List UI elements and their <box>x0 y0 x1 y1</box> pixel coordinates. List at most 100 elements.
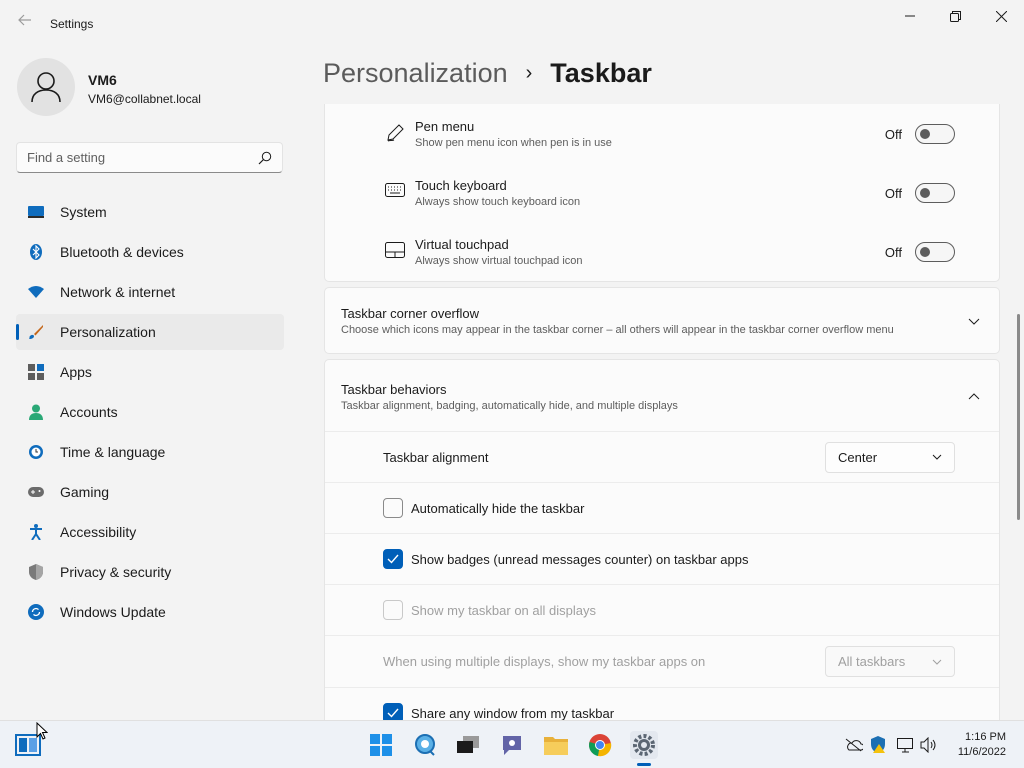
title-bar: Settings <box>0 0 1024 48</box>
sidebar-item-label: Accessibility <box>60 524 137 540</box>
sidebar-item-label: Gaming <box>60 484 110 500</box>
security-icon[interactable] <box>869 736 887 754</box>
badges-checkbox[interactable] <box>383 549 403 569</box>
close-button[interactable] <box>978 0 1024 32</box>
sidebar-item-label: Network & internet <box>60 284 176 300</box>
sidebar-item-time-language[interactable]: Time & language <box>16 434 284 470</box>
sidebar-item-label: System <box>60 204 107 220</box>
sidebar-item-gaming[interactable]: Gaming <box>16 474 284 510</box>
sidebar-item-label: Bluetooth & devices <box>60 244 184 260</box>
touch-keyboard-title: Touch keyboard <box>415 178 507 193</box>
sidebar-nav: System Bluetooth & devices Network & int… <box>16 194 284 634</box>
corner-overflow-card[interactable]: Taskbar corner overflow Choose which ico… <box>324 287 1000 354</box>
scrollbar[interactable] <box>1017 314 1020 520</box>
keyboard-icon <box>385 183 405 204</box>
share-window-checkbox[interactable] <box>383 703 403 720</box>
virtual-touchpad-row: Virtual touchpad Always show virtual tou… <box>325 222 999 281</box>
breadcrumb-parent[interactable]: Personalization <box>323 58 508 89</box>
auto-hide-label: Automatically hide the taskbar <box>411 500 585 516</box>
auto-hide-checkbox[interactable] <box>383 498 403 518</box>
person-icon <box>28 404 44 420</box>
sidebar-item-windows-update[interactable]: Windows Update <box>16 594 284 630</box>
chevron-right-icon: › <box>525 62 533 84</box>
sidebar-item-label: Time & language <box>60 444 166 460</box>
chevron-down-icon <box>932 454 942 460</box>
pen-menu-row: Pen menu Show pen menu icon when pen is … <box>325 104 999 163</box>
network-icon[interactable] <box>897 736 915 754</box>
touch-keyboard-toggle-wrap: Off <box>885 183 955 203</box>
pen-menu-toggle-wrap: Off <box>885 124 955 144</box>
clock-date: 11/6/2022 <box>957 746 1006 758</box>
file-explorer-icon[interactable] <box>542 731 570 759</box>
user-icon <box>31 72 61 103</box>
all-displays-checkbox <box>383 600 403 620</box>
touch-keyboard-state: Off <box>884 185 902 201</box>
pen-icon <box>385 123 405 148</box>
chat-icon[interactable] <box>498 731 526 759</box>
all-displays-row: Show my taskbar on all displays <box>325 585 999 635</box>
chrome-icon[interactable] <box>586 731 614 759</box>
sidebar-item-label: Apps <box>60 364 92 380</box>
update-icon <box>28 604 44 620</box>
search-input[interactable] <box>27 150 258 165</box>
alignment-row: Taskbar alignment Center <box>325 432 999 482</box>
user-name: VM6 <box>88 72 117 88</box>
virtual-touchpad-toggle[interactable] <box>915 242 955 262</box>
sidebar-item-label: Accounts <box>60 404 118 420</box>
sidebar-item-system[interactable]: System <box>16 194 284 230</box>
auto-hide-row: Automatically hide the taskbar <box>325 483 999 533</box>
taskbar-behaviors-card: Taskbar behaviors Taskbar alignment, bad… <box>324 359 1000 720</box>
app-title: Settings <box>50 17 94 31</box>
sidebar-item-privacy[interactable]: Privacy & security <box>16 554 284 590</box>
chevron-up-icon[interactable] <box>967 389 981 403</box>
page-title: Taskbar <box>550 58 652 88</box>
system-tray-icons-card: Pen menu Show pen menu icon when pen is … <box>324 104 1000 282</box>
behaviors-header[interactable]: Taskbar behaviors Taskbar alignment, bad… <box>325 360 999 431</box>
checkmark-icon <box>387 708 399 718</box>
back-button[interactable] <box>14 12 36 34</box>
sidebar-item-network[interactable]: Network & internet <box>16 274 284 310</box>
sidebar-item-accessibility[interactable]: Accessibility <box>16 514 284 550</box>
onedrive-icon[interactable] <box>845 736 863 754</box>
pen-menu-desc: Show pen menu icon when pen is in use <box>415 137 612 149</box>
search-box[interactable] <box>16 142 283 173</box>
close-icon <box>995 10 1007 22</box>
touchpad-icon <box>385 242 405 263</box>
globe-clock-icon <box>28 444 44 460</box>
windows-start-icon[interactable] <box>367 731 395 759</box>
back-arrow-icon <box>18 14 31 26</box>
maximize-button[interactable] <box>932 0 978 32</box>
active-app-indicator <box>637 763 651 766</box>
badges-label: Show badges (unread messages counter) on… <box>411 551 749 567</box>
settings-icon[interactable] <box>630 731 658 759</box>
pen-menu-toggle[interactable] <box>915 124 955 144</box>
minimize-button[interactable] <box>887 0 933 32</box>
clock[interactable]: 1:16 PM 11/6/2022 <box>946 730 1006 760</box>
mouse-cursor-icon <box>36 722 48 740</box>
alignment-value: Center <box>838 449 878 465</box>
sidebar-item-personalization[interactable]: Personalization <box>16 314 284 350</box>
user-email: VM6@collabnet.local <box>88 92 201 106</box>
pen-menu-state: Off <box>884 126 902 142</box>
sidebar-item-apps[interactable]: Apps <box>16 354 284 390</box>
avatar[interactable] <box>17 58 75 116</box>
virtual-touchpad-title: Virtual touchpad <box>415 237 509 252</box>
windows-taskbar: 1:16 PM 11/6/2022 <box>0 720 1024 768</box>
volume-icon[interactable] <box>920 736 938 754</box>
wifi-icon <box>28 284 44 300</box>
checkmark-icon <box>387 554 399 564</box>
chevron-down-icon[interactable] <box>967 315 981 329</box>
search-icon[interactable] <box>411 731 439 759</box>
sidebar-item-label: Privacy & security <box>60 564 172 580</box>
corner-overflow-title: Taskbar corner overflow <box>341 306 479 321</box>
breadcrumb: Personalization › Taskbar <box>323 58 652 89</box>
task-view-icon[interactable] <box>454 731 482 759</box>
virtual-touchpad-state: Off <box>884 244 902 260</box>
sidebar-item-bluetooth[interactable]: Bluetooth & devices <box>16 234 284 270</box>
touch-keyboard-toggle[interactable] <box>915 183 955 203</box>
gamepad-icon <box>28 484 44 500</box>
alignment-dropdown[interactable]: Center <box>825 441 955 473</box>
sidebar-item-accounts[interactable]: Accounts <box>16 394 284 430</box>
share-window-label: Share any window from my taskbar <box>411 705 615 721</box>
shield-icon <box>28 564 44 580</box>
